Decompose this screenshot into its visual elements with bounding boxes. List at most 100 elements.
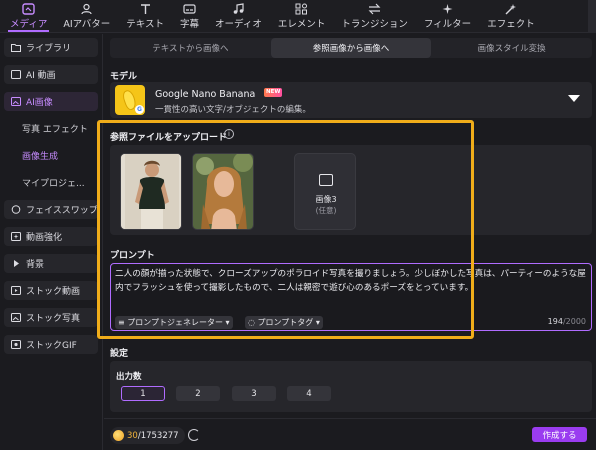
- toolbar-label: エレメント: [277, 19, 326, 30]
- chevron-down-icon[interactable]: [568, 95, 580, 102]
- slot-label: 画像3: [315, 195, 337, 204]
- stock-video-icon: [10, 286, 21, 296]
- toolbar-scroll[interactable]: [588, 0, 596, 33]
- model-logo: G: [115, 85, 145, 115]
- ai-video-icon: [10, 70, 21, 80]
- prompt-tag-button[interactable]: ◌ プロンプトタグ ▾: [245, 316, 323, 329]
- enhance-icon: [10, 232, 21, 242]
- output-option-3[interactable]: 3: [232, 386, 276, 401]
- sidebar-item-label: AI 動画: [26, 71, 56, 81]
- toolbar-ai-avatar[interactable]: AIアバター: [55, 0, 118, 32]
- toolbar-audio[interactable]: オーディオ: [207, 0, 270, 32]
- effect-icon: [504, 2, 518, 15]
- tab-style-transfer[interactable]: 画像スタイル変換: [431, 38, 592, 58]
- output-option-1[interactable]: 1: [121, 386, 165, 401]
- sidebar-item-stock-video[interactable]: ストック動画: [4, 281, 98, 300]
- sidebar-item-video-enhance[interactable]: 動画強化: [4, 227, 98, 246]
- caption-icon: [182, 2, 196, 15]
- reference-section-title: 参照ファイルをアップロード: [110, 133, 228, 143]
- top-toolbar: メディア AIアバター テキスト 字幕 オーディオ エレメント トランジション …: [0, 0, 596, 33]
- folder-icon: [10, 43, 21, 53]
- prompt-textarea[interactable]: 二人の顔が揃った状態で、クローズアップのポラロイド写真を撮りましょう。少しぼかし…: [110, 263, 592, 331]
- transition-icon: [368, 2, 382, 15]
- credits-total: /1753277: [137, 430, 179, 441]
- toolbar-label: オーディオ: [215, 19, 262, 30]
- sidebar-item-label: 写真 エフェクト: [22, 125, 88, 135]
- reference-image-1[interactable]: [120, 153, 182, 230]
- credits-current: 30: [127, 430, 138, 441]
- reference-image-2[interactable]: [192, 153, 254, 230]
- toolbar-filter[interactable]: フィルター: [416, 0, 479, 32]
- gif-icon: [10, 340, 21, 350]
- sidebar-item-label: ストック動画: [26, 287, 81, 297]
- model-name: Google Nano Banana: [155, 89, 256, 100]
- sidebar-item-ai-video[interactable]: AI 動画: [4, 65, 98, 84]
- output-option-4[interactable]: 4: [287, 386, 331, 401]
- toolbar-media[interactable]: メディア: [2, 0, 55, 32]
- settings-section-title: 設定: [110, 349, 129, 359]
- sidebar-item-label: マイプロジェ...: [22, 179, 85, 189]
- sidebar-item-face-swap[interactable]: フェイススワップ: [4, 200, 98, 219]
- sidebar-item-stock-photo[interactable]: ストック写真: [4, 308, 98, 327]
- sidebar: ライブラリ AI 動画 AI画像 写真 エフェクト 画像生成 マイプロジェ...…: [0, 34, 103, 450]
- toolbar-label: エフェクト: [487, 19, 535, 30]
- prompt-text[interactable]: 二人の顔が揃った状態で、クローズアップのポラロイド写真を撮りましょう。少しぼかし…: [115, 267, 587, 295]
- sidebar-item-label: ライブラリ: [26, 44, 72, 54]
- reference-image-3-slot[interactable]: 画像3 (任意): [294, 153, 356, 230]
- tab-reference-to-image[interactable]: 参照画像から画像へ: [270, 38, 432, 58]
- sidebar-item-stock-gif[interactable]: ストックGIF: [4, 335, 98, 354]
- sidebar-subitem-my-projects[interactable]: マイプロジェ...: [4, 173, 98, 192]
- audio-icon: [231, 2, 245, 15]
- tab-text-to-image[interactable]: テキストから画像へ: [110, 38, 271, 58]
- coin-icon: [113, 430, 124, 441]
- model-description: 一貫性の高い文字/オブジェクトの編集。: [155, 105, 311, 115]
- filter-icon: [441, 2, 455, 15]
- toolbar-caption[interactable]: 字幕: [172, 0, 207, 32]
- man-portrait-image: [121, 154, 181, 229]
- char-counter: 194/2000: [548, 317, 586, 326]
- toolbar-label: トランジション: [341, 19, 408, 30]
- google-icon: G: [135, 105, 144, 114]
- output-count-label: 出力数: [116, 372, 142, 382]
- mode-tabs: テキストから画像へ 参照画像から画像へ 画像スタイル変換: [110, 38, 592, 58]
- credits-display: 30/1753277: [110, 427, 185, 444]
- prompt-section-title: プロンプト: [110, 251, 155, 261]
- create-button[interactable]: 作成する: [532, 427, 587, 442]
- prompt-generator-button[interactable]: ≡ プロンプトジェネレーター ▾: [115, 316, 233, 329]
- reference-upload-area: 画像3 (任意): [110, 145, 592, 235]
- sidebar-subitem-photo-effect[interactable]: 写真 エフェクト: [4, 119, 98, 138]
- toolbar-effect[interactable]: エフェクト: [479, 0, 543, 32]
- sidebar-item-ai-image[interactable]: AI画像: [4, 92, 98, 111]
- element-icon: [295, 2, 309, 15]
- media-icon: [22, 2, 36, 15]
- text-icon: [138, 2, 152, 15]
- prompt-tag-label: プロンプトタグ: [257, 318, 314, 327]
- sidebar-item-background[interactable]: 背景: [4, 254, 98, 273]
- sidebar-item-label: AI画像: [26, 98, 53, 108]
- toolbar-label: テキスト: [126, 19, 164, 30]
- prompt-generator-label: プロンプトジェネレーター: [127, 318, 224, 327]
- toolbar-label: AIアバター: [63, 19, 111, 30]
- sidebar-item-label: フェイススワップ: [26, 206, 98, 216]
- avatar-icon: [80, 2, 94, 15]
- ai-image-icon: [10, 97, 21, 107]
- sidebar-item-label: ストック写真: [26, 314, 81, 324]
- char-count: 194: [547, 317, 563, 326]
- toolbar-transition[interactable]: トランジション: [333, 0, 416, 32]
- info-icon[interactable]: i: [224, 129, 234, 139]
- toolbar-text[interactable]: テキスト: [118, 0, 172, 32]
- sidebar-item-label: 動画強化: [26, 233, 63, 243]
- sidebar-item-label: 背景: [26, 260, 45, 270]
- sidebar-subitem-image-generation[interactable]: 画像生成: [4, 146, 98, 165]
- slot-optional: (任意): [315, 206, 337, 215]
- sidebar-item-library[interactable]: ライブラリ: [4, 38, 98, 57]
- output-option-2[interactable]: 2: [176, 386, 220, 401]
- refresh-icon[interactable]: [188, 429, 200, 441]
- toolbar-label: 字幕: [179, 19, 199, 30]
- add-image-icon: [319, 174, 333, 186]
- footer-divider: [104, 418, 596, 419]
- model-selector[interactable]: G Google Nano Banana NEW 一貫性の高い文字/オブジェクト…: [110, 82, 592, 118]
- face-swap-icon: [10, 205, 21, 215]
- toolbar-element[interactable]: エレメント: [270, 0, 334, 32]
- new-badge: NEW: [264, 88, 283, 97]
